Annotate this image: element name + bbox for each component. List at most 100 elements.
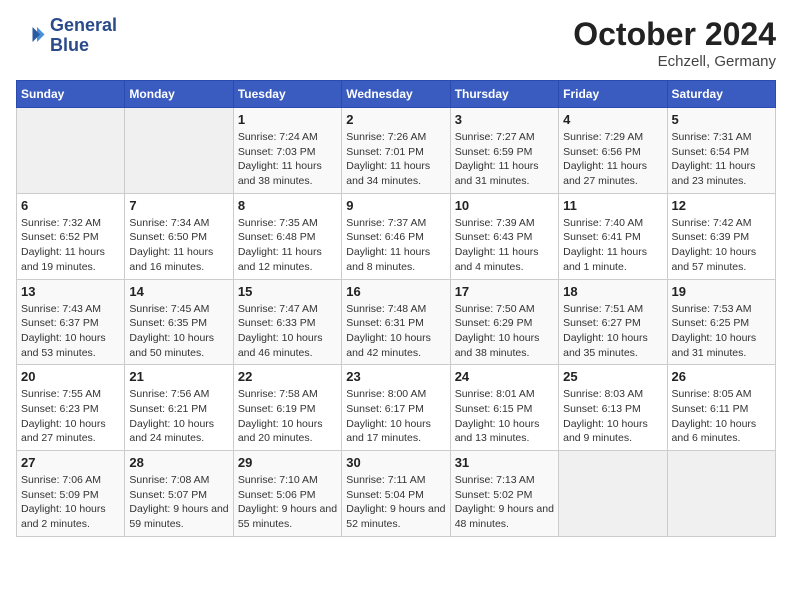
day-detail: Sunrise: 7:31 AM Sunset: 6:54 PM Dayligh…	[672, 130, 771, 189]
day-detail: Sunrise: 7:37 AM Sunset: 6:46 PM Dayligh…	[346, 216, 445, 275]
day-detail: Sunrise: 7:55 AM Sunset: 6:23 PM Dayligh…	[21, 387, 120, 446]
calendar-row: 1 Sunrise: 7:24 AM Sunset: 7:03 PM Daylig…	[17, 108, 776, 194]
calendar-cell: 26 Sunrise: 8:05 AM Sunset: 6:11 PM Dayli…	[667, 365, 775, 451]
weekday-header-row: SundayMondayTuesdayWednesdayThursdayFrid…	[17, 81, 776, 108]
day-number: 31	[455, 455, 554, 470]
day-number: 8	[238, 198, 337, 213]
calendar-row: 13 Sunrise: 7:43 AM Sunset: 6:37 PM Dayli…	[17, 279, 776, 365]
day-number: 14	[129, 284, 228, 299]
day-detail: Sunrise: 7:51 AM Sunset: 6:27 PM Dayligh…	[563, 302, 662, 361]
day-detail: Sunrise: 7:40 AM Sunset: 6:41 PM Dayligh…	[563, 216, 662, 275]
calendar-body: 1 Sunrise: 7:24 AM Sunset: 7:03 PM Daylig…	[17, 108, 776, 537]
day-number: 23	[346, 369, 445, 384]
calendar-cell: 29Sunrise: 7:10 AM Sunset: 5:06 PM Dayli…	[233, 451, 341, 537]
calendar-cell: 14 Sunrise: 7:45 AM Sunset: 6:35 PM Dayli…	[125, 279, 233, 365]
calendar-cell: 1 Sunrise: 7:24 AM Sunset: 7:03 PM Daylig…	[233, 108, 341, 194]
day-number: 4	[563, 112, 662, 127]
calendar-cell: 15 Sunrise: 7:47 AM Sunset: 6:33 PM Dayli…	[233, 279, 341, 365]
day-detail: Sunrise: 7:43 AM Sunset: 6:37 PM Dayligh…	[21, 302, 120, 361]
day-detail: Sunrise: 8:00 AM Sunset: 6:17 PM Dayligh…	[346, 387, 445, 446]
day-detail: Sunrise: 7:45 AM Sunset: 6:35 PM Dayligh…	[129, 302, 228, 361]
calendar-cell: 12 Sunrise: 7:42 AM Sunset: 6:39 PM Dayli…	[667, 193, 775, 279]
day-number: 16	[346, 284, 445, 299]
day-detail: Sunrise: 7:47 AM Sunset: 6:33 PM Dayligh…	[238, 302, 337, 361]
day-detail: Sunrise: 7:39 AM Sunset: 6:43 PM Dayligh…	[455, 216, 554, 275]
day-number: 27	[21, 455, 120, 470]
calendar-cell: 4 Sunrise: 7:29 AM Sunset: 6:56 PM Daylig…	[559, 108, 667, 194]
weekday-header-cell: Friday	[559, 81, 667, 108]
day-number: 28	[129, 455, 228, 470]
calendar-cell: 28 Sunrise: 7:08 AM Sunset: 5:07 PM Dayli…	[125, 451, 233, 537]
day-detail: Sunrise: 7:27 AM Sunset: 6:59 PM Dayligh…	[455, 130, 554, 189]
calendar-cell	[667, 451, 775, 537]
calendar-cell	[17, 108, 125, 194]
day-detail: Sunrise: 8:03 AM Sunset: 6:13 PM Dayligh…	[563, 387, 662, 446]
day-number: 30	[346, 455, 445, 470]
calendar-cell: 13 Sunrise: 7:43 AM Sunset: 6:37 PM Dayli…	[17, 279, 125, 365]
day-number: 20	[21, 369, 120, 384]
day-number: 22	[238, 369, 337, 384]
logo-line1: General	[50, 16, 117, 36]
calendar-cell: 3 Sunrise: 7:27 AM Sunset: 6:59 PM Daylig…	[450, 108, 558, 194]
day-number: 6	[21, 198, 120, 213]
day-detail: Sunrise: 7:24 AM Sunset: 7:03 PM Dayligh…	[238, 130, 337, 189]
day-detail: Sunrise: 7:29 AM Sunset: 6:56 PM Dayligh…	[563, 130, 662, 189]
day-detail: Sunrise: 8:01 AM Sunset: 6:15 PM Dayligh…	[455, 387, 554, 446]
day-detail: Sunrise: 7:56 AM Sunset: 6:21 PM Dayligh…	[129, 387, 228, 446]
day-number: 13	[21, 284, 120, 299]
location: Echzell, Germany	[573, 53, 776, 70]
calendar-cell: 24 Sunrise: 8:01 AM Sunset: 6:15 PM Dayli…	[450, 365, 558, 451]
day-number: 7	[129, 198, 228, 213]
calendar-row: 27 Sunrise: 7:06 AM Sunset: 5:09 PM Dayli…	[17, 451, 776, 537]
day-number: 29	[238, 455, 337, 470]
day-detail: Sunrise: 7:32 AM Sunset: 6:52 PM Dayligh…	[21, 216, 120, 275]
logo-text: General Blue	[50, 16, 117, 56]
weekday-header-cell: Thursday	[450, 81, 558, 108]
day-number: 12	[672, 198, 771, 213]
day-number: 24	[455, 369, 554, 384]
day-detail: Sunrise: 7:58 AM Sunset: 6:19 PM Dayligh…	[238, 387, 337, 446]
title-area: October 2024 Echzell, Germany	[573, 16, 776, 70]
day-detail: Sunrise: 7:34 AM Sunset: 6:50 PM Dayligh…	[129, 216, 228, 275]
calendar-cell: 9 Sunrise: 7:37 AM Sunset: 6:46 PM Daylig…	[342, 193, 450, 279]
calendar-cell: 27 Sunrise: 7:06 AM Sunset: 5:09 PM Dayli…	[17, 451, 125, 537]
calendar-cell: 31Sunrise: 7:13 AM Sunset: 5:02 PM Dayli…	[450, 451, 558, 537]
calendar-cell: 16 Sunrise: 7:48 AM Sunset: 6:31 PM Dayli…	[342, 279, 450, 365]
calendar-cell: 20 Sunrise: 7:55 AM Sunset: 6:23 PM Dayli…	[17, 365, 125, 451]
day-detail: Sunrise: 7:48 AM Sunset: 6:31 PM Dayligh…	[346, 302, 445, 361]
logo-line2: Blue	[50, 36, 117, 56]
day-detail: Sunrise: 7:26 AM Sunset: 7:01 PM Dayligh…	[346, 130, 445, 189]
day-number: 10	[455, 198, 554, 213]
calendar-row: 20 Sunrise: 7:55 AM Sunset: 6:23 PM Dayli…	[17, 365, 776, 451]
day-detail: Sunrise: 7:08 AM Sunset: 5:07 PM Dayligh…	[129, 473, 228, 532]
day-number: 26	[672, 369, 771, 384]
weekday-header-cell: Monday	[125, 81, 233, 108]
day-number: 18	[563, 284, 662, 299]
day-number: 11	[563, 198, 662, 213]
weekday-header-cell: Tuesday	[233, 81, 341, 108]
calendar-cell: 30 Sunrise: 7:11 AM Sunset: 5:04 PM Dayli…	[342, 451, 450, 537]
calendar-cell: 5Sunrise: 7:31 AM Sunset: 6:54 PM Daylig…	[667, 108, 775, 194]
day-number: 15	[238, 284, 337, 299]
day-number: 1	[238, 112, 337, 127]
weekday-header-cell: Sunday	[17, 81, 125, 108]
day-detail: Sunrise: 7:11 AM Sunset: 5:04 PM Dayligh…	[346, 473, 445, 532]
day-number: 17	[455, 284, 554, 299]
calendar-cell: 21Sunrise: 7:56 AM Sunset: 6:21 PM Dayli…	[125, 365, 233, 451]
day-detail: Sunrise: 7:53 AM Sunset: 6:25 PM Dayligh…	[672, 302, 771, 361]
day-detail: Sunrise: 7:06 AM Sunset: 5:09 PM Dayligh…	[21, 473, 120, 532]
calendar-cell: 8Sunrise: 7:35 AM Sunset: 6:48 PM Daylig…	[233, 193, 341, 279]
weekday-header-cell: Saturday	[667, 81, 775, 108]
calendar-cell	[559, 451, 667, 537]
calendar-cell: 19 Sunrise: 7:53 AM Sunset: 6:25 PM Dayli…	[667, 279, 775, 365]
calendar-cell: 22 Sunrise: 7:58 AM Sunset: 6:19 PM Dayli…	[233, 365, 341, 451]
day-number: 9	[346, 198, 445, 213]
day-detail: Sunrise: 8:05 AM Sunset: 6:11 PM Dayligh…	[672, 387, 771, 446]
day-detail: Sunrise: 7:50 AM Sunset: 6:29 PM Dayligh…	[455, 302, 554, 361]
day-number: 3	[455, 112, 554, 127]
day-detail: Sunrise: 7:42 AM Sunset: 6:39 PM Dayligh…	[672, 216, 771, 275]
day-number: 19	[672, 284, 771, 299]
day-number: 2	[346, 112, 445, 127]
weekday-header-cell: Wednesday	[342, 81, 450, 108]
calendar-cell: 2 Sunrise: 7:26 AM Sunset: 7:01 PM Daylig…	[342, 108, 450, 194]
